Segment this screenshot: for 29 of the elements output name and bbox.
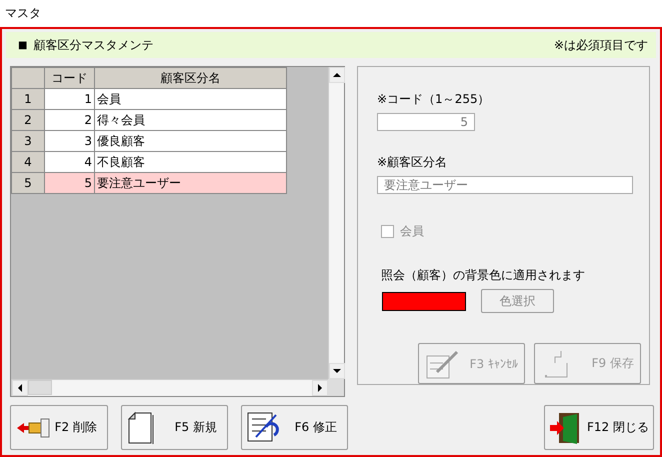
delete-button[interactable]: F2 削除 [10, 405, 108, 450]
table-cell: 2 [44, 110, 94, 130]
header-marker: ■ [18, 40, 28, 50]
row-header[interactable]: 3 [12, 130, 44, 152]
field-label: ※顧客区分名 [377, 154, 448, 171]
table-cell: 5 [44, 172, 94, 194]
name-field[interactable]: 要注意ユーザー [377, 176, 633, 194]
table-cell: 要注意ユーザー [94, 172, 286, 194]
new-button[interactable]: F5 新規 [121, 405, 228, 450]
field-label: ※コード（1～255） [377, 91, 491, 108]
header-title: 顧客区分マスタメンテ [33, 36, 154, 54]
code-field[interactable]: 5 [377, 113, 475, 131]
table-cell: 会員 [94, 88, 286, 110]
column-header[interactable]: コード [44, 68, 94, 88]
window-title: マスタ [5, 5, 41, 22]
edit-button[interactable]: F6 修正 [241, 405, 348, 450]
row-header[interactable]: 5 [12, 172, 44, 194]
row-header[interactable]: 1 [12, 88, 44, 110]
color-note: 照会（顧客）の背景色に適用されます [381, 267, 586, 284]
close-button[interactable]: F12 閉じる [544, 405, 654, 450]
checkbox-label: 会員 [400, 223, 424, 240]
column-header[interactable]: 顧客区分名 [94, 68, 286, 88]
required-note: ※は必須項目です [554, 36, 648, 54]
table-cell: 得々会員 [94, 110, 286, 130]
table-cell: 優良顧客 [94, 130, 286, 152]
row-header[interactable]: 2 [12, 110, 44, 130]
table-cell: 3 [44, 130, 94, 152]
row-header[interactable]: 4 [12, 152, 44, 172]
table-cell: 1 [44, 88, 94, 110]
